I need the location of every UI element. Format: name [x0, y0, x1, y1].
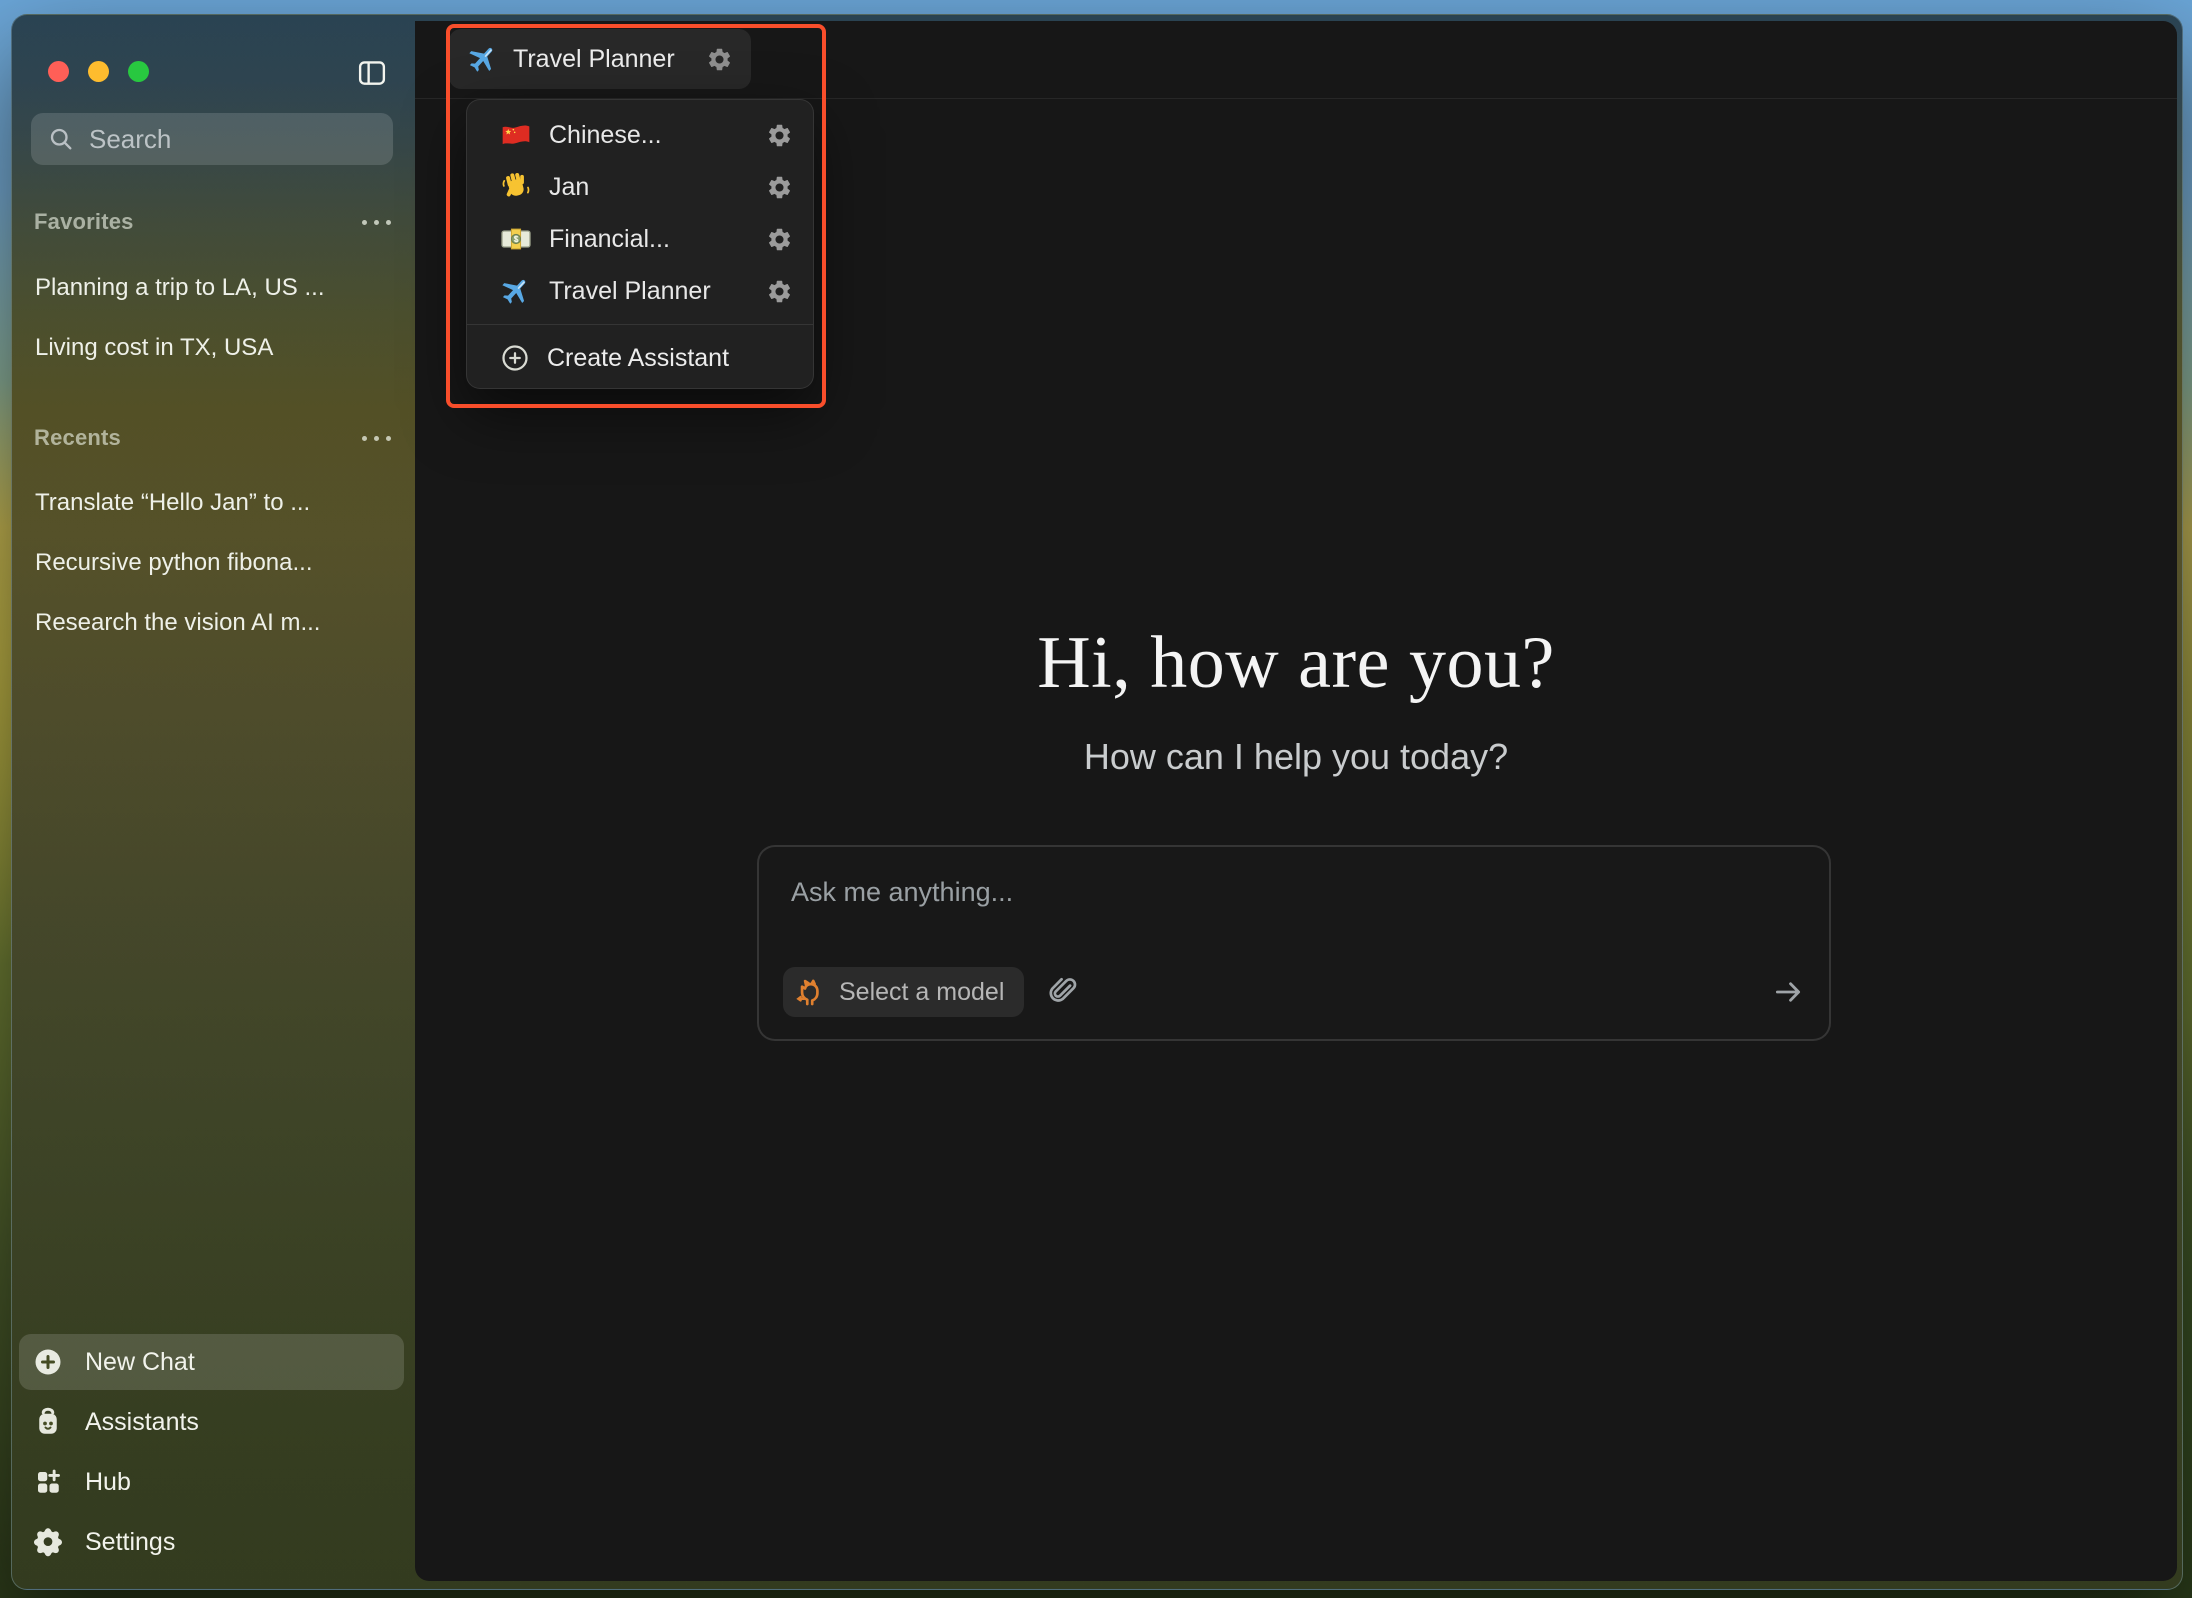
- assistant-menu-item[interactable]: Chinese...: [475, 109, 805, 161]
- app-window: Search Favorites Planning a trip to LA, …: [11, 14, 2183, 1590]
- nav-label: Hub: [85, 1468, 131, 1497]
- search-icon: [47, 125, 75, 153]
- favorites-menu-button[interactable]: [360, 214, 393, 231]
- menu-divider: [467, 324, 813, 325]
- create-assistant-label: Create Assistant: [547, 344, 729, 373]
- gear-icon[interactable]: [706, 46, 733, 73]
- attach-file-icon[interactable]: [1046, 975, 1080, 1009]
- assistant-menu-label: Chinese...: [549, 121, 749, 150]
- assistants-icon: [33, 1407, 63, 1437]
- plus-circle-icon: [500, 343, 530, 373]
- empty-state: Hi, how are you? How can I help you toda…: [415, 621, 2177, 778]
- gear-icon[interactable]: [766, 174, 793, 201]
- recent-item[interactable]: Research the vision AI m...: [22, 600, 405, 646]
- hub-icon: [33, 1467, 63, 1497]
- assistant-menu-item[interactable]: Jan: [475, 161, 805, 213]
- composer-placeholder: Ask me anything...: [791, 877, 1013, 908]
- favorite-item[interactable]: Living cost in TX, USA: [22, 325, 405, 371]
- send-icon[interactable]: [1771, 975, 1805, 1009]
- new-chat-button[interactable]: New Chat: [19, 1334, 404, 1390]
- search-input[interactable]: Search: [31, 113, 393, 165]
- favorite-item[interactable]: Planning a trip to LA, US ...: [22, 265, 405, 311]
- assistant-menu-item[interactable]: Travel Planner: [475, 265, 805, 317]
- recents-section-header: Recents: [34, 421, 393, 455]
- greeting-title: Hi, how are you?: [415, 621, 2177, 706]
- settings-button[interactable]: Settings: [19, 1514, 404, 1570]
- assistants-button[interactable]: Assistants: [19, 1394, 404, 1450]
- sidebar-toggle-button[interactable]: [355, 58, 389, 88]
- assistant-selector-button[interactable]: Travel Planner: [449, 29, 751, 89]
- settings-icon: [33, 1527, 63, 1557]
- assistant-menu-item[interactable]: Financial...: [475, 213, 805, 265]
- nav-label: New Chat: [85, 1348, 195, 1377]
- search-placeholder: Search: [89, 124, 171, 155]
- minimize-button[interactable]: [88, 61, 109, 82]
- assistant-selector-label: Travel Planner: [513, 45, 692, 74]
- chat-header: Travel Planner: [415, 21, 2177, 99]
- recent-item[interactable]: Translate “Hello Jan” to ...: [22, 480, 405, 526]
- waving-hand-icon: [500, 171, 532, 203]
- assistant-menu-label: Travel Planner: [549, 277, 749, 306]
- select-model-label: Select a model: [839, 978, 1004, 1007]
- money-icon: [500, 223, 532, 255]
- desktop: Search Favorites Planning a trip to LA, …: [0, 0, 2192, 1598]
- favorites-label: Favorites: [34, 209, 134, 235]
- composer-toolbar: Select a model: [783, 967, 1805, 1017]
- recents-label: Recents: [34, 425, 121, 451]
- create-assistant-button[interactable]: Create Assistant: [475, 333, 805, 383]
- close-button[interactable]: [48, 61, 69, 82]
- window-controls: [48, 61, 149, 82]
- sidebar-toggle-icon: [355, 58, 389, 88]
- nav-label: Settings: [85, 1528, 175, 1557]
- recent-item[interactable]: Recursive python fibona...: [22, 540, 405, 586]
- recents-menu-button[interactable]: [360, 430, 393, 447]
- airplane-icon: [460, 36, 505, 81]
- airplane-icon: [493, 268, 538, 313]
- assistant-menu-label: Jan: [549, 173, 749, 202]
- assistant-dropdown-menu: Chinese... Jan: [466, 99, 814, 389]
- nav-label: Assistants: [85, 1408, 199, 1437]
- zoom-button[interactable]: [128, 61, 149, 82]
- favorites-section-header: Favorites: [34, 205, 393, 239]
- gear-icon[interactable]: [766, 122, 793, 149]
- china-flag-icon: [500, 119, 532, 151]
- assistant-menu-label: Financial...: [549, 225, 749, 254]
- llama-model-icon: [795, 976, 827, 1008]
- hub-button[interactable]: Hub: [19, 1454, 404, 1510]
- message-composer[interactable]: Ask me anything...: [757, 845, 1831, 1041]
- sidebar: Search Favorites Planning a trip to LA, …: [12, 15, 415, 1589]
- sidebar-bottom-nav: New Chat Assistants: [19, 1334, 404, 1574]
- gear-icon[interactable]: [766, 278, 793, 305]
- new-chat-icon: [33, 1347, 63, 1377]
- select-model-button[interactable]: Select a model: [783, 967, 1024, 1017]
- greeting-subtitle: How can I help you today?: [415, 736, 2177, 778]
- gear-icon[interactable]: [766, 226, 793, 253]
